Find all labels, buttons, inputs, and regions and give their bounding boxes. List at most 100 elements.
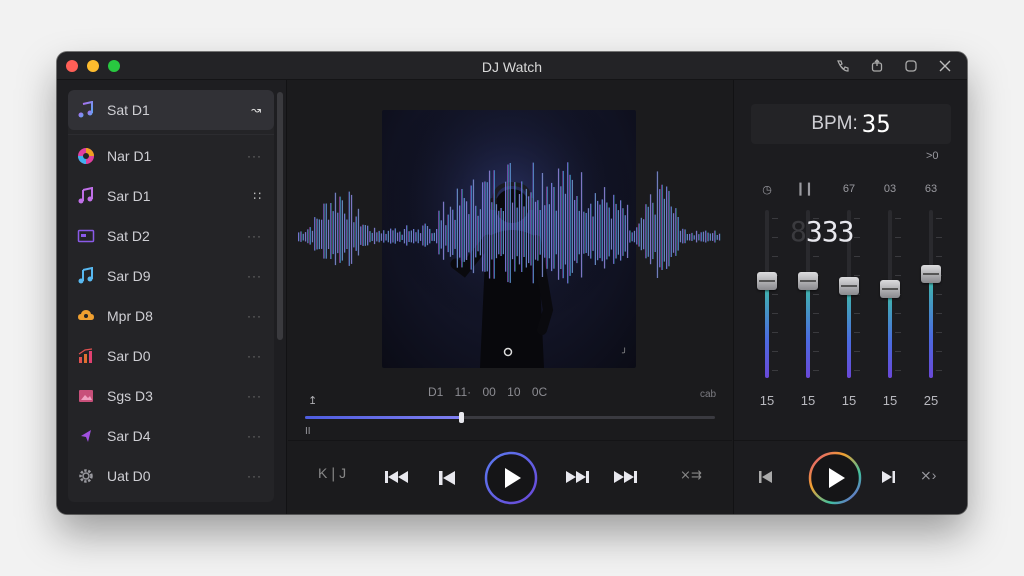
waveform-bar (622, 208, 624, 256)
bpm-display: BPM: 35 (751, 104, 951, 144)
seek-bar[interactable] (305, 412, 715, 423)
more-icon[interactable]: ··· (247, 469, 262, 483)
waveform-bar (546, 186, 548, 269)
fader-tick (772, 256, 778, 257)
list-item-label: Nar D1 (107, 148, 152, 164)
pause-mini-icon[interactable]: II (305, 426, 311, 437)
fader-tick (936, 351, 942, 352)
list-item[interactable]: Uat D0 ··· (68, 456, 274, 496)
fader-4-thumb[interactable] (880, 279, 900, 298)
play-button[interactable] (808, 451, 862, 505)
more-icon[interactable]: ··· (247, 429, 262, 443)
fader-tick (895, 313, 901, 314)
waveform-bar (309, 227, 311, 245)
waveform-bar (718, 233, 721, 241)
waveform-bar (424, 223, 426, 247)
waveform-bar (380, 233, 383, 241)
waveform-bar (656, 171, 659, 278)
waveform-bar (449, 206, 452, 257)
list-item[interactable]: Sar D9 ··· (68, 256, 274, 296)
sidebar-scrollbar[interactable] (277, 92, 283, 340)
more-icon[interactable]: ··· (247, 229, 262, 243)
list-item-label: Uat D0 (107, 468, 151, 484)
list-item[interactable]: Sat D2 ··· (68, 216, 274, 256)
more-icon[interactable]: ··· (247, 349, 262, 363)
waveform-bar (601, 199, 603, 262)
loop-button[interactable]: K❘J (318, 465, 346, 482)
play-button[interactable] (484, 451, 538, 505)
waveform-bar (670, 206, 672, 257)
waveform-bar (477, 215, 479, 252)
previous-track-button[interactable] (438, 469, 456, 487)
more-icon[interactable]: ··· (247, 309, 262, 323)
list-item[interactable]: Sgs D3 ··· (68, 376, 274, 416)
list-item[interactable]: Sat D1 ↝ (68, 90, 274, 130)
fader-1-track[interactable] (765, 210, 769, 378)
waveform-bar (378, 230, 380, 243)
fast-forward-button[interactable] (612, 469, 638, 485)
list-item[interactable]: Sar D1 ∷ (68, 176, 274, 216)
waveform-bar (369, 231, 371, 243)
waveform-bar (686, 234, 688, 241)
waveform-bar (541, 173, 544, 277)
waveform-bar (461, 189, 463, 268)
waveform-bar (344, 213, 346, 253)
more-icon[interactable]: ··· (247, 389, 262, 403)
window-square-icon[interactable] (901, 58, 921, 74)
waveform-bar (590, 203, 592, 259)
list-item[interactable]: Nar D1 ··· (68, 136, 274, 176)
list-item[interactable]: Sar D4 ··· (68, 416, 274, 456)
waveform-bar (321, 219, 323, 249)
next-track-button[interactable] (564, 469, 590, 485)
waveform-bar (516, 207, 518, 257)
fader-1-value: 15 (759, 393, 775, 408)
cue-pin-icon[interactable]: ↥ (308, 394, 317, 407)
list-item[interactable]: Mpr D8 ··· (68, 296, 274, 336)
waveform-bar (334, 192, 337, 266)
fader-1-thumb[interactable] (757, 271, 777, 290)
waveform-bar (482, 182, 484, 272)
shuffle-button[interactable]: ⨯⇉ (680, 467, 702, 483)
waveform-bar (484, 181, 486, 272)
waveform-bar (431, 233, 433, 241)
fader-tick (813, 313, 819, 314)
list-item[interactable]: Sar D0 ··· (68, 336, 274, 376)
window-title: DJ Watch (481, 59, 543, 75)
waveform-bar (654, 214, 656, 252)
close-icon[interactable] (935, 58, 955, 74)
fader-tick (854, 370, 860, 371)
more-icon[interactable]: ··· (247, 149, 262, 163)
repeat-button[interactable]: ⨯› (920, 467, 936, 484)
next-track-button[interactable] (880, 469, 896, 485)
fader-3-thumb[interactable] (839, 276, 859, 295)
fader-5-thumb[interactable] (921, 264, 941, 283)
list-item-label: Sat D2 (107, 228, 150, 244)
waveform-bar (583, 211, 585, 254)
waveform-bar (332, 211, 334, 255)
waveform-bar (548, 204, 550, 259)
share-icon[interactable] (867, 58, 887, 74)
waveform-bar (353, 222, 355, 248)
waveform-bar (325, 203, 327, 259)
fader-tick (936, 256, 942, 257)
fader-tick (854, 218, 860, 219)
previous-track-button[interactable] (758, 469, 774, 485)
fader-tick (895, 218, 901, 219)
fader-5-track[interactable] (929, 210, 933, 378)
list-item-label: Sar D9 (107, 268, 151, 284)
fader-2-thumb[interactable] (798, 271, 818, 290)
fader-tick (772, 332, 778, 333)
waveform-bar (452, 209, 454, 255)
phone-icon[interactable] (833, 58, 853, 74)
segment-display: 8333 (790, 215, 854, 248)
waveform-mini-icon[interactable]: ↝ (251, 103, 262, 117)
seek-handle[interactable] (458, 412, 464, 423)
waveform-bar (640, 217, 642, 251)
bar-chart-icon (76, 346, 96, 366)
more-icon[interactable]: ··· (247, 269, 262, 283)
waveform-bar (620, 200, 622, 261)
waveform-bar (307, 229, 309, 244)
waveform-bar (500, 208, 502, 256)
rewind-button[interactable] (384, 469, 410, 485)
grid-dots-icon[interactable]: ∷ (253, 189, 262, 203)
